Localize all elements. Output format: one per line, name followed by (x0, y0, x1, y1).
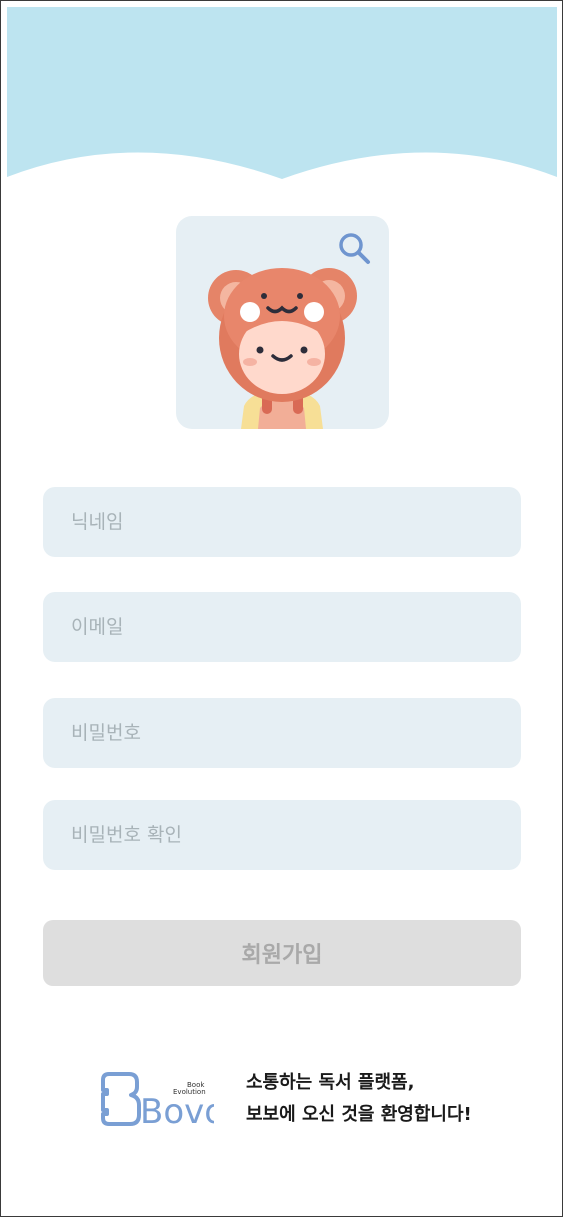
email-input[interactable] (43, 592, 521, 662)
password-confirm-input[interactable] (43, 800, 521, 870)
password-input[interactable] (43, 698, 521, 768)
signup-button[interactable]: 회원가입 (43, 920, 521, 986)
signup-screen: 회원가입 Bovo Book Evolution 소통하는 독서 플랫폼, 보보… (0, 0, 563, 1217)
search-icon[interactable] (336, 230, 372, 266)
welcome-message: 소통하는 독서 플랫폼, 보보에 오신 것을 환영합니다! (246, 1067, 546, 1131)
logo-sub-evolution: Evolution (173, 1088, 206, 1096)
profile-avatar[interactable] (176, 216, 389, 429)
bovo-logo: Bovo Book Evolution (101, 1072, 214, 1129)
welcome-line-2: 보보에 오신 것을 환영합니다! (246, 1104, 472, 1125)
logo-text: Bovo (140, 1092, 214, 1129)
header-wave (7, 7, 557, 179)
nickname-input[interactable] (43, 487, 521, 557)
welcome-line-1: 소통하는 독서 플랫폼, (246, 1072, 415, 1093)
